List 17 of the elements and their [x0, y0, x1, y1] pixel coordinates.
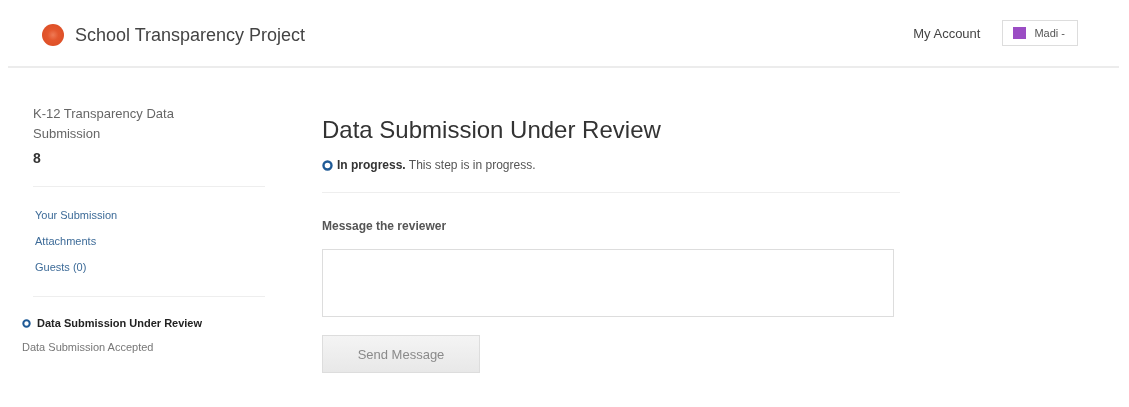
submission-title: K-12 Transparency Data Submission	[33, 105, 175, 143]
message-label: Message the reviewer	[322, 219, 448, 233]
sidebar-link[interactable]: Attachments	[35, 233, 97, 250]
sidebar-link[interactable]: Guests (0)	[35, 259, 87, 276]
step-label: Data Submission Under Review	[37, 317, 203, 329]
logo-icon	[42, 24, 64, 46]
avatar-icon	[1013, 27, 1027, 39]
sidebar-link[interactable]: Your Submission	[35, 207, 118, 224]
site-title: School Transparency Project	[75, 24, 306, 46]
my-account-link[interactable]: My Account	[913, 25, 981, 41]
progress-icon	[322, 159, 333, 171]
status-text: In progress. This step is in progress.	[337, 158, 536, 172]
message-field[interactable]	[322, 249, 894, 317]
page-heading: Data Submission Under Review	[322, 116, 662, 144]
step-label: Data Submission Accepted	[22, 341, 154, 353]
submission-number: 8	[33, 150, 42, 166]
user-menu-button[interactable]: Madi -	[1002, 20, 1078, 46]
